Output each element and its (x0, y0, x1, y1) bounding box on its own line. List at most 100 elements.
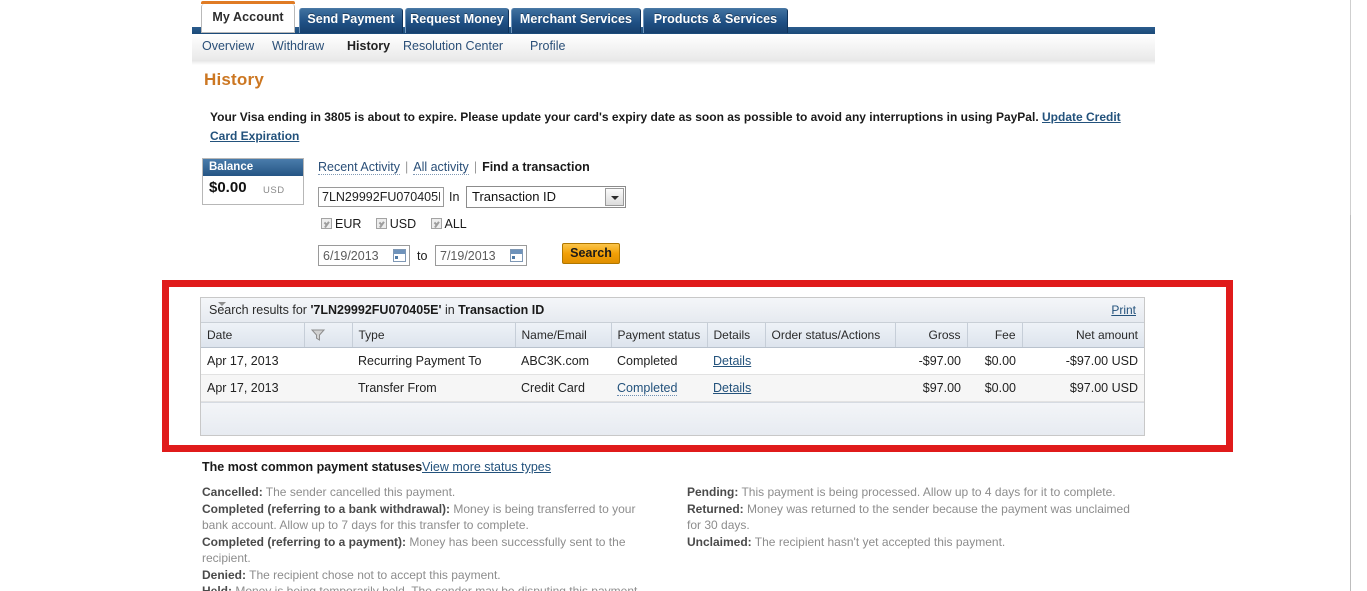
column-header-net-amount[interactable]: Net amount (1022, 323, 1144, 348)
legend-item-desc: Money is being temporarily held. The sen… (235, 584, 641, 591)
subnav-item-resolution-center[interactable]: Resolution Center (403, 39, 503, 53)
currency-filter-eur[interactable]: EUR (321, 217, 361, 231)
legend-item-term: Denied: (202, 567, 247, 582)
legend-title: The most common payment statuses (202, 460, 423, 474)
legend-item: Completed (referring to a bank withdrawa… (202, 501, 652, 534)
balance-currency: USD (263, 185, 285, 196)
column-header-gross[interactable]: Gross (895, 323, 968, 348)
column-header-order-status-actions[interactable]: Order status/Actions (765, 323, 896, 348)
activity-links: Recent Activity | All activity | Find a tran… (318, 160, 590, 175)
filter-chevron-down-icon[interactable] (218, 302, 226, 306)
subnav-item-profile[interactable]: Profile (530, 39, 565, 53)
tab-merchant-services-label: Merchant Services (519, 12, 633, 26)
search-results-panel: Search results for '7LN29992FU070405E' i… (200, 297, 1145, 436)
card-expiry-alert-text: Your Visa ending in 3805 is about to exp… (210, 110, 1039, 124)
column-header-name-email[interactable]: Name/Email (515, 323, 612, 348)
date-to-field[interactable]: 7/19/2013 (435, 245, 527, 266)
legend-item-desc: This payment is being processed. Allow u… (738, 485, 1116, 499)
currency-filter-group: EUR USD ALL (321, 217, 478, 231)
legend-column-right: Pending: This payment is being processed… (687, 484, 1137, 550)
activity-links-separator-2: | (473, 160, 478, 174)
calendar-icon[interactable] (510, 249, 523, 262)
link-recent-activity[interactable]: Recent Activity (318, 160, 400, 175)
tab-products-and-services[interactable]: Products & Services (643, 8, 788, 33)
cell-date: Apr 17, 2013 (201, 374, 304, 402)
payment-status-link[interactable]: Completed (617, 381, 678, 396)
cell-net-amount: $97.00 USD (1022, 374, 1144, 402)
table-row[interactable]: Apr 17, 2013 Recurring Payment To ABC3K.… (201, 347, 1144, 375)
cell-type: Transfer From (352, 374, 515, 402)
legend-item: Held: Money is being temporarily held. T… (202, 583, 652, 591)
legend-item-term: Returned: (687, 501, 744, 516)
legend-item: Pending: This payment is being processed… (687, 484, 1137, 501)
column-header-filter[interactable] (218, 302, 353, 348)
balance-heading: Balance (203, 159, 303, 176)
balance-box: Balance $0.00 USD (202, 158, 304, 205)
page-right-divider-lower (1350, 215, 1351, 591)
cell-details[interactable]: Details (707, 374, 765, 402)
cell-gross: -$97.00 (895, 347, 967, 375)
tab-request-money-label: Request Money (410, 12, 504, 26)
legend-item-term: Completed (referring to a payment): (202, 534, 407, 549)
cell-gross: $97.00 (895, 374, 967, 402)
date-from-field[interactable]: 6/19/2013 (318, 245, 410, 266)
page-title: History (204, 70, 264, 89)
chevron-down-icon[interactable] (605, 188, 624, 206)
legend-item-term: Cancelled: (202, 485, 263, 499)
cell-payment-status: Completed (611, 347, 707, 375)
link-all-activity[interactable]: All activity (413, 160, 469, 175)
tab-send-payment[interactable]: Send Payment (299, 8, 403, 33)
tab-merchant-services[interactable]: Merchant Services (511, 8, 641, 33)
legend-item-desc: The recipient chose not to accept this p… (246, 567, 501, 582)
legend-item-term: Completed (referring to a bank withdrawa… (202, 501, 451, 516)
subnav-item-overview[interactable]: Overview (202, 39, 254, 53)
cell-order-status (765, 374, 895, 402)
cell-fee: $0.00 (967, 374, 1022, 402)
details-link[interactable]: Details (713, 354, 751, 368)
table-header-row: Date Type Name/Email Payment status Deta… (201, 302, 1144, 348)
cell-order-status (765, 347, 895, 375)
column-header-date[interactable]: Date (201, 323, 305, 348)
page-root: My Account Send Payment Request Money Me… (0, 0, 1367, 591)
table-row[interactable]: Apr 17, 2013 Transfer From Credit Card C… (201, 374, 1144, 402)
column-header-type[interactable]: Type (352, 323, 516, 348)
cell-filter (304, 374, 352, 402)
column-header-fee[interactable]: Fee (967, 323, 1023, 348)
filter-funnel-icon[interactable] (310, 329, 326, 341)
cell-name-email: ABC3K.com (515, 347, 611, 375)
checkbox-all-icon[interactable] (430, 218, 442, 229)
legend-column-left: Cancelled: The sender cancelled this pay… (202, 484, 652, 591)
link-find-a-transaction[interactable]: Find a transaction (482, 160, 590, 174)
currency-filter-eur-label: EUR (335, 217, 362, 231)
results-title-field: Transaction ID (458, 303, 545, 317)
print-link[interactable]: Print (1111, 303, 1136, 317)
currency-filter-usd[interactable]: USD (375, 217, 416, 231)
paypal-app: My Account Send Payment Request Money Me… (192, 0, 1155, 591)
date-from-value: 6/19/2013 (323, 249, 379, 263)
subnav-item-history[interactable]: History (347, 39, 390, 53)
view-more-status-types-link[interactable]: View more status types (422, 460, 551, 474)
currency-filter-all-label: ALL (444, 217, 467, 231)
transactions-table: Date Type Name/Email Payment status Deta… (201, 302, 1144, 402)
search-results-title: Search results for '7LN29992FU070405E' i… (209, 303, 544, 317)
transaction-search-input[interactable] (318, 187, 444, 207)
currency-filter-all[interactable]: ALL (430, 217, 467, 231)
search-button[interactable]: Search (562, 243, 620, 264)
checkbox-usd-icon[interactable] (375, 218, 387, 229)
tab-request-money[interactable]: Request Money (405, 8, 509, 33)
cell-details[interactable]: Details (707, 347, 765, 375)
results-title-query: '7LN29992FU070405E' (310, 303, 442, 317)
tab-my-account-label: My Account (212, 10, 284, 24)
search-field-select[interactable]: Transaction ID (466, 186, 626, 208)
tab-my-account[interactable]: My Account (201, 1, 295, 33)
cell-date: Apr 17, 2013 (201, 347, 304, 375)
calendar-icon[interactable] (393, 249, 406, 262)
subnav-item-withdraw[interactable]: Withdraw (272, 39, 324, 53)
checkbox-eur-icon[interactable] (321, 218, 332, 229)
column-header-details[interactable]: Details (707, 323, 766, 348)
legend-item: Cancelled: The sender cancelled this pay… (202, 484, 652, 501)
details-link[interactable]: Details (713, 381, 751, 395)
column-header-payment-status[interactable]: Payment status (611, 323, 708, 348)
card-expiry-alert: Your Visa ending in 3805 is about to exp… (210, 108, 1145, 146)
cell-payment-status[interactable]: Completed (611, 374, 707, 402)
